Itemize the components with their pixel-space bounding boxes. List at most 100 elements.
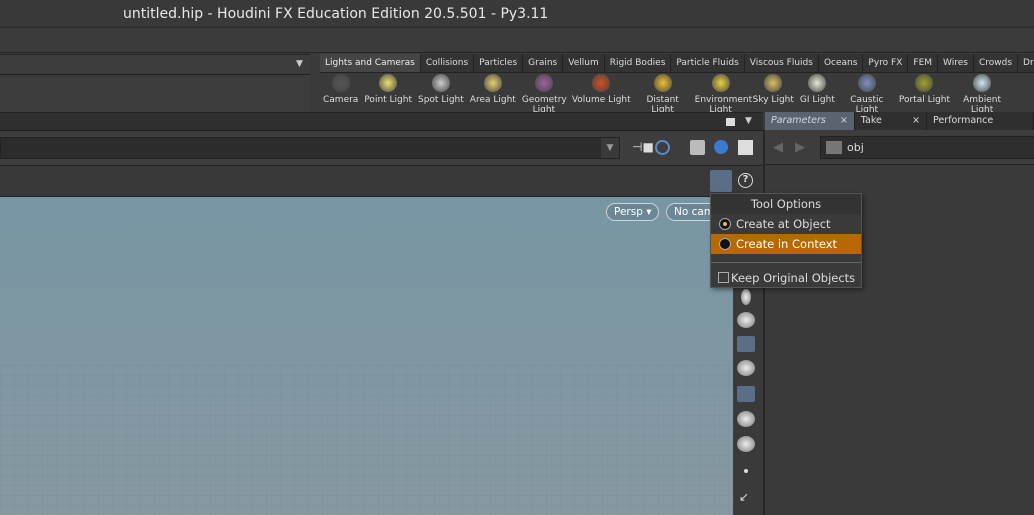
shelf-tab-vellum[interactable]: Vellum	[563, 54, 605, 72]
shelf-tab-particles[interactable]: Particles	[474, 54, 524, 72]
arrow-icon[interactable]: ↙	[739, 490, 749, 504]
ghost-icon[interactable]	[737, 386, 755, 402]
tool-label: Spot Light	[418, 95, 464, 105]
spot-light-icon	[431, 74, 450, 92]
menu-item-create-at-object-level[interactable]: Create at Object Level	[711, 214, 861, 251]
volume-light-icon	[592, 74, 611, 92]
tab-take-list[interactable]: Take List ×	[855, 112, 928, 144]
tool-label: Point Light	[364, 95, 412, 105]
shelf-tool-environment-light[interactable]: Environment Light	[692, 74, 752, 115]
camera-icon[interactable]	[737, 411, 755, 427]
shelf-tab-fem[interactable]: FEM	[908, 54, 939, 72]
pin-icon[interactable]: ⊣■	[632, 140, 654, 154]
shelf-tool-portal-light[interactable]: Portal Light	[896, 74, 953, 115]
radio-icon	[719, 238, 731, 250]
window-title: untitled.hip - Houdini FX Education Edit…	[123, 6, 549, 22]
caustic-light-icon	[857, 74, 876, 92]
shelf-tool-area-light[interactable]: Area Light	[467, 74, 519, 115]
tool-label: GI Light	[799, 95, 835, 105]
shelf-tab-rigid-bodies[interactable]: Rigid Bodies	[604, 54, 672, 72]
point-icon[interactable]	[744, 469, 748, 473]
light-link-icon[interactable]	[737, 336, 755, 352]
view-menu-button[interactable]: Persp ▾	[606, 203, 660, 221]
close-tab-icon[interactable]: ×	[840, 112, 848, 130]
tool-label: Area Light	[469, 95, 516, 105]
close-tab-icon[interactable]: ×	[912, 112, 920, 130]
light-object-icon[interactable]	[737, 360, 755, 376]
checkbox-icon	[718, 272, 729, 283]
shelf-tool-sky-light[interactable]: Sky Light	[750, 74, 797, 115]
camera-label: No cam	[674, 206, 715, 218]
menu-title: Tool Options	[711, 194, 861, 214]
shelf-tool-distant-light[interactable]: Distant Light	[634, 74, 692, 115]
shelf-tool-gi-light[interactable]: GI Light	[797, 74, 838, 115]
shelf-tool-caustic-light[interactable]: Caustic Light	[838, 74, 896, 115]
shelf-tab-oceans[interactable]: Oceans	[818, 54, 864, 72]
distant-light-icon	[653, 74, 672, 92]
tool-options-icon[interactable]	[710, 170, 732, 192]
radio-selected-icon	[719, 218, 731, 230]
shelf-tool-spot-light[interactable]: Spot Light	[415, 74, 467, 115]
cube-icon[interactable]	[690, 140, 705, 155]
chevron-down-icon[interactable]: ▼	[601, 138, 619, 158]
help-icon[interactable]: ?	[738, 173, 753, 188]
shelf-tab-lights-and-cameras[interactable]: Lights and Cameras	[320, 54, 421, 72]
tab-label: Parameters	[771, 115, 826, 126]
point-light-icon	[379, 74, 398, 92]
environment-light-icon	[711, 74, 730, 92]
tool-label: Volume Light	[571, 95, 631, 105]
pane-header: ▼	[0, 112, 763, 130]
view-label: Persp	[614, 206, 643, 218]
shelf-tab-drive[interactable]: Driv	[1018, 54, 1034, 72]
shelf-tab-viscous-fluids[interactable]: Viscous Fluids	[744, 54, 819, 72]
clapperboard-icon	[826, 141, 842, 154]
ground-grid	[0, 365, 733, 515]
path-text: obj	[847, 141, 864, 154]
light-icon[interactable]	[741, 289, 751, 305]
tool-label: Sky Light	[752, 95, 794, 105]
shading-icon[interactable]	[714, 140, 728, 154]
shelf-tab-particle-fluids[interactable]: Particle Fluids	[671, 54, 745, 72]
parameters-pane: ◀ ▶ obj	[763, 130, 1034, 515]
shelf-menu-dropdown-icon[interactable]: ▼	[296, 59, 303, 69]
pane-menu-dropdown-icon[interactable]: ▼	[745, 116, 752, 126]
tool-label: Camera	[323, 95, 359, 105]
tab-label: Take List	[860, 115, 882, 144]
shelf-tool-volume-light[interactable]: Volume Light	[569, 74, 634, 115]
back-arrow-icon[interactable]: ◀	[773, 140, 783, 155]
display-options-icon[interactable]	[738, 140, 753, 155]
menu-separator	[711, 262, 861, 263]
shelf-tool-point-light[interactable]: Point Light	[361, 74, 415, 115]
maximize-pane-icon[interactable]	[726, 118, 735, 126]
shelf-tool-geometry-light[interactable]: Geometry Light	[519, 74, 569, 115]
network-path-field[interactable]: obj	[820, 136, 1034, 159]
viewport-3d[interactable]: Persp ▾ No cam	[0, 197, 733, 515]
tab-parameters[interactable]: Parameters ×	[765, 112, 855, 130]
geometry-light-icon	[534, 74, 553, 92]
forward-arrow-icon[interactable]: ▶	[795, 140, 805, 155]
camera-icon	[331, 74, 350, 92]
shelf-tab-pyro-fx[interactable]: Pyro FX	[863, 54, 909, 72]
parameters-nav-bar: ◀ ▶ obj	[765, 130, 1034, 165]
shelf-tool-ambient-light[interactable]: Ambient Light	[953, 74, 1011, 115]
shelf-tab-grains[interactable]: Grains	[523, 54, 564, 72]
tab-performance-monitor[interactable]: Performance Monitor	[927, 112, 1034, 144]
portal-light-icon	[915, 74, 934, 92]
shelf-tab-collisions[interactable]: Collisions	[420, 54, 475, 72]
target-icon[interactable]	[655, 140, 670, 155]
sky-light-icon	[764, 74, 783, 92]
shelf-tab-wires[interactable]: Wires	[938, 54, 974, 72]
shelf-tool-camera[interactable]: Camera	[320, 74, 361, 115]
shelf-tools: Camera Point Light Spot Light Area Light Geo…	[320, 74, 1011, 115]
menu-item-keep-original-objects[interactable]: Keep Original Objects	[711, 268, 861, 288]
viewport-path-field[interactable]: ▼	[0, 137, 620, 159]
menu-bar	[0, 28, 1034, 53]
viewport-operation-toolbar: ?	[0, 165, 763, 197]
sphere-icon[interactable]	[737, 312, 755, 328]
tool-label: Portal Light	[898, 95, 951, 105]
menu-item-create-in-context[interactable]: Create in Context	[711, 234, 861, 254]
area-light-icon	[483, 74, 502, 92]
shelf-tabs: Lights and Cameras Collisions Particles …	[320, 54, 1034, 73]
shelf-tab-crowds[interactable]: Crowds	[973, 54, 1019, 72]
camera-view-icon[interactable]	[737, 436, 755, 452]
